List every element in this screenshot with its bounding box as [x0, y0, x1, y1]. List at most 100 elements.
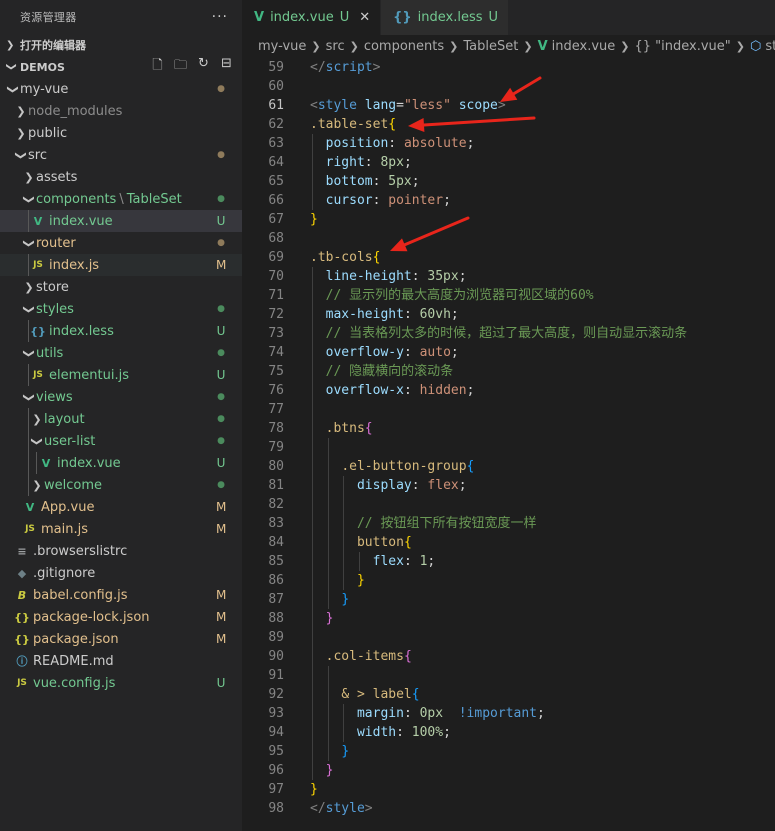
chevron-right-icon: ❯: [311, 39, 321, 53]
close-icon[interactable]: ✕: [359, 10, 370, 25]
code-token: overflow-y: [325, 345, 404, 360]
breadcrumb-item[interactable]: components: [364, 39, 444, 54]
tree-file[interactable]: {} package-lock.json M: [0, 606, 242, 628]
workspace-section[interactable]: ❯ DEMOS 🗋 🗀 ↻ ⊟: [0, 56, 242, 78]
git-status-badge: M: [216, 588, 227, 602]
tree-folder[interactable]: ❯ router ●: [0, 232, 242, 254]
breadcrumb: my-vue ❯ src ❯ components ❯ TableSet ❯ Vindex.vu…: [242, 35, 775, 57]
code-line: 77: [242, 400, 775, 419]
tree-item-label: TableSet: [126, 191, 182, 207]
new-file-icon[interactable]: 🗋: [150, 56, 165, 78]
tree-folder[interactable]: ❯ utils ●: [0, 342, 242, 364]
tree-folder[interactable]: ❯ styles ●: [0, 298, 242, 320]
tree-file[interactable]: Vindex.vue U: [0, 452, 242, 474]
code-editor[interactable]: 59 </script> 60 61 <style lang="less" scope>…: [242, 58, 775, 818]
tree-file[interactable]: JS main.js M: [0, 518, 242, 540]
code-token: !important: [458, 706, 538, 721]
editor-tab[interactable]: {} index.less U: [381, 0, 510, 35]
tree-folder[interactable]: ❯ store: [0, 276, 242, 298]
code-token: .btns: [325, 421, 365, 436]
code-token: // 按钮组下所有按钮宽度一样: [356, 516, 537, 531]
tree-item-label: README.md: [33, 653, 114, 669]
git-status-badge: M: [216, 258, 227, 272]
tree-file[interactable]: JS index.js M: [0, 254, 242, 276]
tree-file[interactable]: JS elementui.js U: [0, 364, 242, 386]
collapse-all-icon[interactable]: ⊟: [219, 56, 234, 78]
tree-file[interactable]: JS vue.config.js U: [0, 672, 242, 694]
tree-folder[interactable]: ❯ public: [0, 122, 242, 144]
line-number: 84: [268, 535, 284, 550]
code-token: // 当表格列太多的时候，超过了最大高度，则自动显示滚动条: [325, 326, 688, 341]
code-text: }: [310, 210, 318, 229]
git-status-badge: U: [216, 368, 226, 382]
line-number: 90: [268, 649, 284, 664]
json-file-icon: {}: [14, 632, 30, 646]
tree-folder[interactable]: ❯ my-vue ●: [0, 78, 242, 100]
chevron-right-icon: ❯: [32, 412, 42, 426]
new-folder-icon[interactable]: 🗀: [173, 56, 188, 78]
line-number: 97: [268, 782, 284, 797]
tree-folder[interactable]: ❯ user-list ●: [0, 430, 242, 452]
git-status-badge: M: [216, 610, 227, 624]
code-token: lang: [364, 98, 397, 113]
tree-file[interactable]: Bbabel.config.js M: [0, 584, 242, 606]
tree-folder[interactable]: ❯ src ●: [0, 144, 242, 166]
code-token: {: [364, 421, 373, 436]
breadcrumb-file[interactable]: index.vue: [552, 39, 616, 54]
line-number: 74: [268, 345, 284, 360]
tree-file[interactable]: V App.vue M: [0, 496, 242, 518]
tree-folder[interactable]: ❯ layout ●: [0, 408, 242, 430]
code-line: 86 }: [242, 571, 775, 590]
breadcrumb-item[interactable]: my-vue: [258, 39, 306, 54]
code-token: :: [396, 725, 412, 740]
explorer-sidebar: 资源管理器 ··· ❯ 打开的编辑器 ❯ DEMOS 🗋 🗀 ↻ ⊟ ❯ my-v…: [0, 0, 242, 831]
code-token: :: [372, 193, 389, 208]
vue-icon: V: [33, 214, 43, 228]
code-text: }: [310, 571, 365, 590]
code-token: ;: [466, 383, 475, 398]
chevron-right-icon: ❯: [449, 39, 459, 53]
tree-file[interactable]: ≡ .browserslistrc: [0, 540, 242, 562]
tree-file[interactable]: Vindex.vue U: [0, 210, 242, 232]
tree-folder[interactable]: ❯ views ●: [0, 386, 242, 408]
line-number: 62: [268, 117, 284, 132]
code-token: 100%: [411, 725, 444, 740]
tree-file[interactable]: ◆ .gitignore: [0, 562, 242, 584]
code-text: line-height: 35px;: [310, 267, 467, 286]
chevron-right-icon: ❯: [620, 39, 630, 53]
tree-file[interactable]: {} package.json M: [0, 628, 242, 650]
breadcrumb-symbol[interactable]: style: [765, 39, 775, 54]
line-number: 70: [268, 269, 284, 284]
indent-guide: [312, 134, 313, 210]
more-actions-icon[interactable]: ···: [212, 9, 228, 25]
code-token: {: [372, 250, 381, 265]
breadcrumb-scope[interactable]: {} "index.vue": [634, 39, 730, 54]
line-number: 76: [268, 383, 284, 398]
tree-file[interactable]: ⓘ README.md: [0, 650, 242, 672]
breadcrumb-item[interactable]: TableSet: [463, 39, 518, 54]
refresh-icon[interactable]: ↻: [196, 56, 211, 78]
breadcrumb-item[interactable]: src: [326, 39, 345, 54]
code-text: </style>: [310, 799, 373, 818]
indent-guide: [358, 552, 360, 571]
tree-folder[interactable]: ❯ node_modules: [0, 100, 242, 122]
code-token: ;: [443, 725, 451, 740]
chevron-down-icon: ❯: [14, 150, 28, 160]
editor-tab[interactable]: Vindex.vue U ✕: [242, 0, 382, 35]
tree-file[interactable]: {} index.less U: [0, 320, 242, 342]
less-file-icon: {}: [393, 10, 412, 25]
tree-folder[interactable]: ❯ components \ TableSet ●: [0, 188, 242, 210]
indent-guide: [28, 452, 29, 474]
chevron-down-icon: ❯: [22, 194, 36, 204]
line-number: 95: [268, 744, 284, 759]
code-text: .el-button-group{: [310, 457, 474, 476]
tree-folder[interactable]: ❯ assets: [0, 166, 242, 188]
line-number: 83: [268, 516, 284, 531]
open-editors-section[interactable]: ❯ 打开的编辑器: [0, 34, 242, 56]
tree-folder[interactable]: ❯ welcome ●: [0, 474, 242, 496]
code-token: pointer: [388, 193, 444, 208]
